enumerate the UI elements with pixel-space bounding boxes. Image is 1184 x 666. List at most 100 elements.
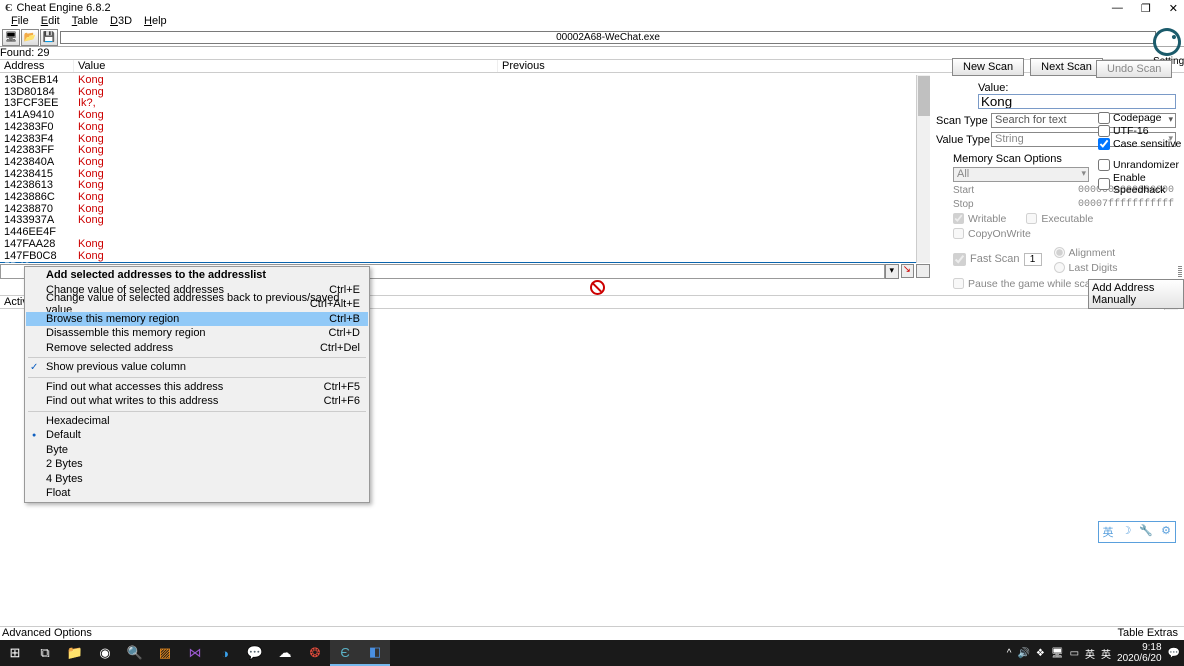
ctx-change-value-back[interactable]: Change value of selected addresses back …	[26, 297, 368, 312]
result-row[interactable]: 14238870Kong	[0, 204, 930, 216]
ctx-float[interactable]: Float	[26, 486, 368, 501]
ctx-4bytes[interactable]: 4 Bytes	[26, 472, 368, 487]
new-scan-button[interactable]: New Scan	[952, 58, 1024, 76]
ctx-default[interactable]: Default	[26, 428, 368, 443]
close-button[interactable]: ✕	[1169, 2, 1178, 15]
menu-d3d[interactable]: D3D	[104, 15, 138, 29]
vs-icon[interactable]: ⋈	[180, 640, 210, 666]
search-icon[interactable]: 🔍	[120, 640, 150, 666]
tray-ime1[interactable]: 英	[1085, 646, 1095, 661]
ctx-find-accesses[interactable]: Find out what accesses this addressCtrl+…	[26, 380, 368, 395]
result-row[interactable]: 147FAA28Kong	[0, 239, 930, 251]
stop-value: 00007fffffffffff	[1078, 199, 1174, 210]
writable-check[interactable]	[953, 213, 964, 224]
result-row[interactable]: 142383F0Kong	[0, 122, 930, 134]
cheatengine-taskbar-icon[interactable]: Є	[330, 640, 360, 666]
tray-battery-icon[interactable]: ▭	[1070, 648, 1079, 659]
unrandomizer-check[interactable]	[1098, 159, 1110, 171]
speedhack-check[interactable]	[1098, 178, 1110, 190]
executable-check[interactable]	[1026, 213, 1037, 224]
result-row[interactable]: 13BCEB14Kong	[0, 75, 930, 87]
advanced-options[interactable]: Advanced Options	[2, 627, 92, 640]
ctx-disassemble[interactable]: Disassemble this memory regionCtrl+D	[26, 326, 368, 341]
wechat-icon[interactable]: 💬	[240, 640, 270, 666]
explorer-icon[interactable]: 📁	[60, 640, 90, 666]
codepage-check[interactable]	[1098, 112, 1110, 124]
ctx-2bytes[interactable]: 2 Bytes	[26, 457, 368, 472]
results-scrollbar[interactable]	[916, 75, 930, 263]
clear-button[interactable]	[916, 264, 930, 278]
result-row[interactable]: 1423840AKong	[0, 157, 930, 169]
title-bar: Є Cheat Engine 6.8.2	[0, 0, 1184, 15]
ctx-show-previous[interactable]: Show previous value column	[26, 360, 368, 375]
fastscan-value[interactable]	[1024, 253, 1042, 266]
tray-notifications-icon[interactable]: 💬	[1168, 648, 1180, 659]
result-row[interactable]: 13FCF3EEIk?,	[0, 98, 930, 110]
ctx-browse-memory[interactable]: Browse this memory regionCtrl+B	[26, 312, 368, 327]
arrow-button[interactable]	[901, 264, 915, 278]
pause-check[interactable]	[953, 278, 964, 289]
utf16-check[interactable]	[1098, 125, 1110, 137]
next-scan-button[interactable]: Next Scan	[1030, 58, 1103, 76]
minimize-button[interactable]: —	[1112, 2, 1123, 15]
tray-net-icon[interactable]: ❖	[1036, 648, 1045, 659]
tray-sound-icon[interactable]: 🔊	[1017, 648, 1029, 659]
menu-help[interactable]: Help	[138, 15, 173, 29]
ctx-remove-address[interactable]: Remove selected addressCtrl+Del	[26, 341, 368, 356]
cow-check[interactable]	[953, 228, 964, 239]
no-entry-icon	[590, 280, 604, 294]
results-list[interactable]: 13BCEB14Kong13D80184Kong13FCF3EEIk?,141A…	[0, 75, 930, 263]
add-address-manually-button[interactable]: Add Address Manually	[1088, 279, 1184, 309]
tool-icon[interactable]: ☁	[270, 640, 300, 666]
window-title: Cheat Engine 6.8.2	[16, 2, 110, 14]
result-row[interactable]: 1433937AKong	[0, 215, 930, 227]
alignment-radio[interactable]	[1054, 247, 1065, 258]
sublime-icon[interactable]: ▨	[150, 640, 180, 666]
tray-monitor-icon[interactable]: 🖥	[1051, 648, 1064, 659]
result-row[interactable]: 14238415Kong	[0, 169, 930, 181]
save-button[interactable]: 💾	[40, 29, 58, 46]
col-value[interactable]: Value	[74, 60, 498, 72]
ime-box[interactable]: 英 ☽ 🔧 ⚙	[1098, 521, 1176, 543]
case-sensitive-check[interactable]	[1098, 138, 1110, 150]
result-row[interactable]: 14238613Kong	[0, 180, 930, 192]
fastscan-check[interactable]	[953, 253, 966, 266]
menu-edit[interactable]: Edit	[35, 15, 66, 29]
result-row[interactable]: 142383F4Kong	[0, 134, 930, 146]
taskview-button[interactable]: ⧉	[30, 640, 60, 666]
ctx-hexadecimal[interactable]: Hexadecimal	[26, 414, 368, 429]
menu-file[interactable]: File	[5, 15, 35, 29]
open-process-button[interactable]: 🖥	[2, 29, 20, 46]
result-row-selected[interactable]: 5D49	[0, 262, 930, 263]
col-address[interactable]: Address	[0, 60, 74, 72]
side-grip[interactable]	[1178, 266, 1182, 278]
result-row[interactable]: 141A9410Kong	[0, 110, 930, 122]
other-app-icon[interactable]: ◧	[360, 640, 390, 666]
tray-clock[interactable]: 9:182020/6/20	[1117, 642, 1162, 664]
mso-combo[interactable]: All	[953, 167, 1089, 182]
menu-table[interactable]: Table	[66, 15, 104, 29]
start-button[interactable]: ⊞	[0, 640, 30, 666]
result-row[interactable]: 1423886CKong	[0, 192, 930, 204]
open-file-button[interactable]: 📂	[21, 29, 39, 46]
red-icon[interactable]: ❂	[300, 640, 330, 666]
undo-scan-button[interactable]: Undo Scan	[1096, 60, 1172, 78]
ctx-byte[interactable]: Byte	[26, 443, 368, 458]
result-row[interactable]: 1446EE4F	[0, 227, 930, 239]
value-dropdown-button[interactable]: ▾	[885, 264, 899, 279]
maximize-button[interactable]: ❐	[1141, 2, 1151, 15]
ctx-find-writes[interactable]: Find out what writes to this addressCtrl…	[26, 394, 368, 409]
result-row[interactable]: 142383FFKong	[0, 145, 930, 157]
ctx-add-to-addresslist[interactable]: Add selected addresses to the addresslis…	[26, 268, 368, 283]
window-controls: — ❐ ✕	[1112, 2, 1178, 15]
table-extras[interactable]: Table Extras	[1117, 627, 1184, 640]
lastdigits-radio[interactable]	[1054, 262, 1065, 273]
gear-icon: ⚙	[1161, 524, 1171, 540]
chrome-icon[interactable]: ◉	[90, 640, 120, 666]
scan-value-input[interactable]	[978, 94, 1176, 109]
result-row[interactable]: 13D80184Kong	[0, 87, 930, 99]
tray-chevron-icon[interactable]: ^	[1007, 648, 1012, 659]
tray-ime2[interactable]: 英	[1101, 646, 1111, 661]
result-row[interactable]: 147FB0C8Kong	[0, 251, 930, 263]
dingtalk-icon[interactable]: ◑	[210, 640, 240, 666]
